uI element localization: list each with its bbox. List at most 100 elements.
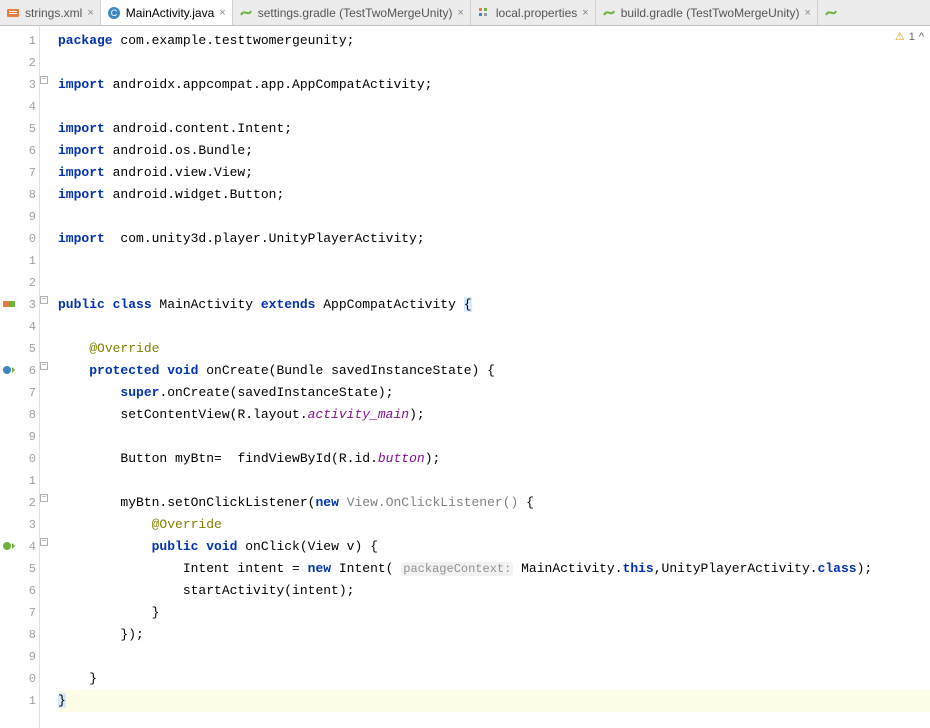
line-number: 4	[0, 96, 39, 118]
code-line: setContentView(R.layout.activity_main);	[58, 404, 930, 426]
line-number: 0	[0, 668, 39, 690]
svg-text:C: C	[111, 8, 118, 18]
code-line: package com.example.testtwomergeunity;	[58, 30, 930, 52]
gradle-icon	[602, 6, 616, 20]
code-line: @Override	[58, 514, 930, 536]
code-line: @Override	[58, 338, 930, 360]
inspection-widget[interactable]: ⚠ 1 ^	[895, 30, 924, 43]
implements-gutter-icon[interactable]	[2, 539, 16, 553]
line-number: 8	[0, 184, 39, 206]
line-number: 5	[0, 558, 39, 580]
code-line	[58, 250, 930, 272]
gradle-icon	[239, 6, 253, 20]
line-number: 9	[0, 206, 39, 228]
code-line	[58, 646, 930, 668]
tab-strings-xml[interactable]: strings.xml ×	[0, 0, 101, 25]
line-number: 7	[0, 162, 39, 184]
tab-label: strings.xml	[25, 6, 82, 20]
code-line: super.onCreate(savedInstanceState);	[58, 382, 930, 404]
code-line: import com.unity3d.player.UnityPlayerAct…	[58, 228, 930, 250]
line-number: 6	[0, 360, 39, 382]
java-class-icon: C	[107, 6, 121, 20]
code-line	[58, 206, 930, 228]
code-line	[58, 426, 930, 448]
close-icon[interactable]: ×	[87, 7, 93, 19]
chevron-up-icon[interactable]: ^	[919, 31, 924, 43]
override-gutter-icon[interactable]	[2, 363, 16, 377]
class-gutter-icon[interactable]	[2, 297, 16, 311]
tab-label: local.properties	[496, 6, 577, 20]
line-number: 2	[0, 492, 39, 514]
code-line: }	[58, 690, 930, 712]
line-number: 2	[0, 52, 39, 74]
line-number: 1	[0, 690, 39, 712]
line-number: 9	[0, 646, 39, 668]
close-icon[interactable]: ×	[804, 7, 810, 19]
code-line: import android.widget.Button;	[58, 184, 930, 206]
line-number: 0	[0, 228, 39, 250]
line-number: 3	[0, 514, 39, 536]
tab-local-properties[interactable]: local.properties ×	[471, 0, 596, 25]
line-number: 3	[0, 74, 39, 96]
editor-area: 1 2 3 4 5 6 7 8 9 0 1 2 3 4 5 6 7 8 9 0 …	[0, 26, 930, 728]
parameter-hint: packageContext:	[401, 562, 513, 576]
line-number: 8	[0, 404, 39, 426]
line-number: 7	[0, 382, 39, 404]
tab-label: MainActivity.java	[126, 6, 214, 20]
tab-label: settings.gradle (TestTwoMergeUnity)	[258, 6, 453, 20]
warning-count: 1	[909, 31, 915, 43]
line-number: 1	[0, 250, 39, 272]
tab-overflow[interactable]	[818, 0, 849, 25]
fold-marker[interactable]: −	[40, 538, 48, 546]
tab-label: build.gradle (TestTwoMergeUnity)	[621, 6, 800, 20]
code-editor[interactable]: ⚠ 1 ^ package com.example.testtwomergeun…	[50, 26, 930, 728]
code-line: import androidx.appcompat.app.AppCompatA…	[58, 74, 930, 96]
close-icon[interactable]: ×	[219, 7, 225, 19]
line-number: 4	[0, 316, 39, 338]
line-number: 6	[0, 140, 39, 162]
code-line: protected void onCreate(Bundle savedInst…	[58, 360, 930, 382]
line-number-gutter[interactable]: 1 2 3 4 5 6 7 8 9 0 1 2 3 4 5 6 7 8 9 0 …	[0, 26, 40, 728]
code-line	[58, 272, 930, 294]
fold-gutter[interactable]: − − − − −	[40, 26, 50, 728]
code-line: }	[58, 668, 930, 690]
tab-mainactivity-java[interactable]: C MainActivity.java ×	[101, 0, 233, 25]
fold-marker[interactable]: −	[40, 296, 48, 304]
code-line: }	[58, 602, 930, 624]
line-number: 0	[0, 448, 39, 470]
close-icon[interactable]: ×	[582, 7, 588, 19]
tab-settings-gradle[interactable]: settings.gradle (TestTwoMergeUnity) ×	[233, 0, 471, 25]
close-icon[interactable]: ×	[457, 7, 463, 19]
code-line: startActivity(intent);	[58, 580, 930, 602]
code-line	[58, 470, 930, 492]
warning-icon: ⚠	[895, 30, 905, 43]
line-number: 1	[0, 30, 39, 52]
code-line: import android.content.Intent;	[58, 118, 930, 140]
line-number: 5	[0, 338, 39, 360]
line-number: 2	[0, 272, 39, 294]
line-number: 8	[0, 624, 39, 646]
line-number: 4	[0, 536, 39, 558]
code-line: public class MainActivity extends AppCom…	[58, 294, 930, 316]
fold-marker[interactable]: −	[40, 362, 48, 370]
code-line	[58, 316, 930, 338]
tab-build-gradle[interactable]: build.gradle (TestTwoMergeUnity) ×	[596, 0, 818, 25]
line-number: 7	[0, 602, 39, 624]
code-line	[58, 52, 930, 74]
gradle-icon	[824, 6, 838, 20]
code-line: import android.os.Bundle;	[58, 140, 930, 162]
line-number: 5	[0, 118, 39, 140]
fold-marker[interactable]: −	[40, 494, 48, 502]
code-line: import android.view.View;	[58, 162, 930, 184]
code-line: });	[58, 624, 930, 646]
code-line: Button myBtn= findViewById(R.id.button);	[58, 448, 930, 470]
line-number: 1	[0, 470, 39, 492]
code-line: Intent intent = new Intent( packageConte…	[58, 558, 930, 580]
line-number: 3	[0, 294, 39, 316]
code-line	[58, 96, 930, 118]
line-number: 9	[0, 426, 39, 448]
xml-icon	[6, 6, 20, 20]
fold-marker[interactable]: −	[40, 76, 48, 84]
code-line: public void onClick(View v) {	[58, 536, 930, 558]
code-line: myBtn.setOnClickListener(new View.OnClic…	[58, 492, 930, 514]
